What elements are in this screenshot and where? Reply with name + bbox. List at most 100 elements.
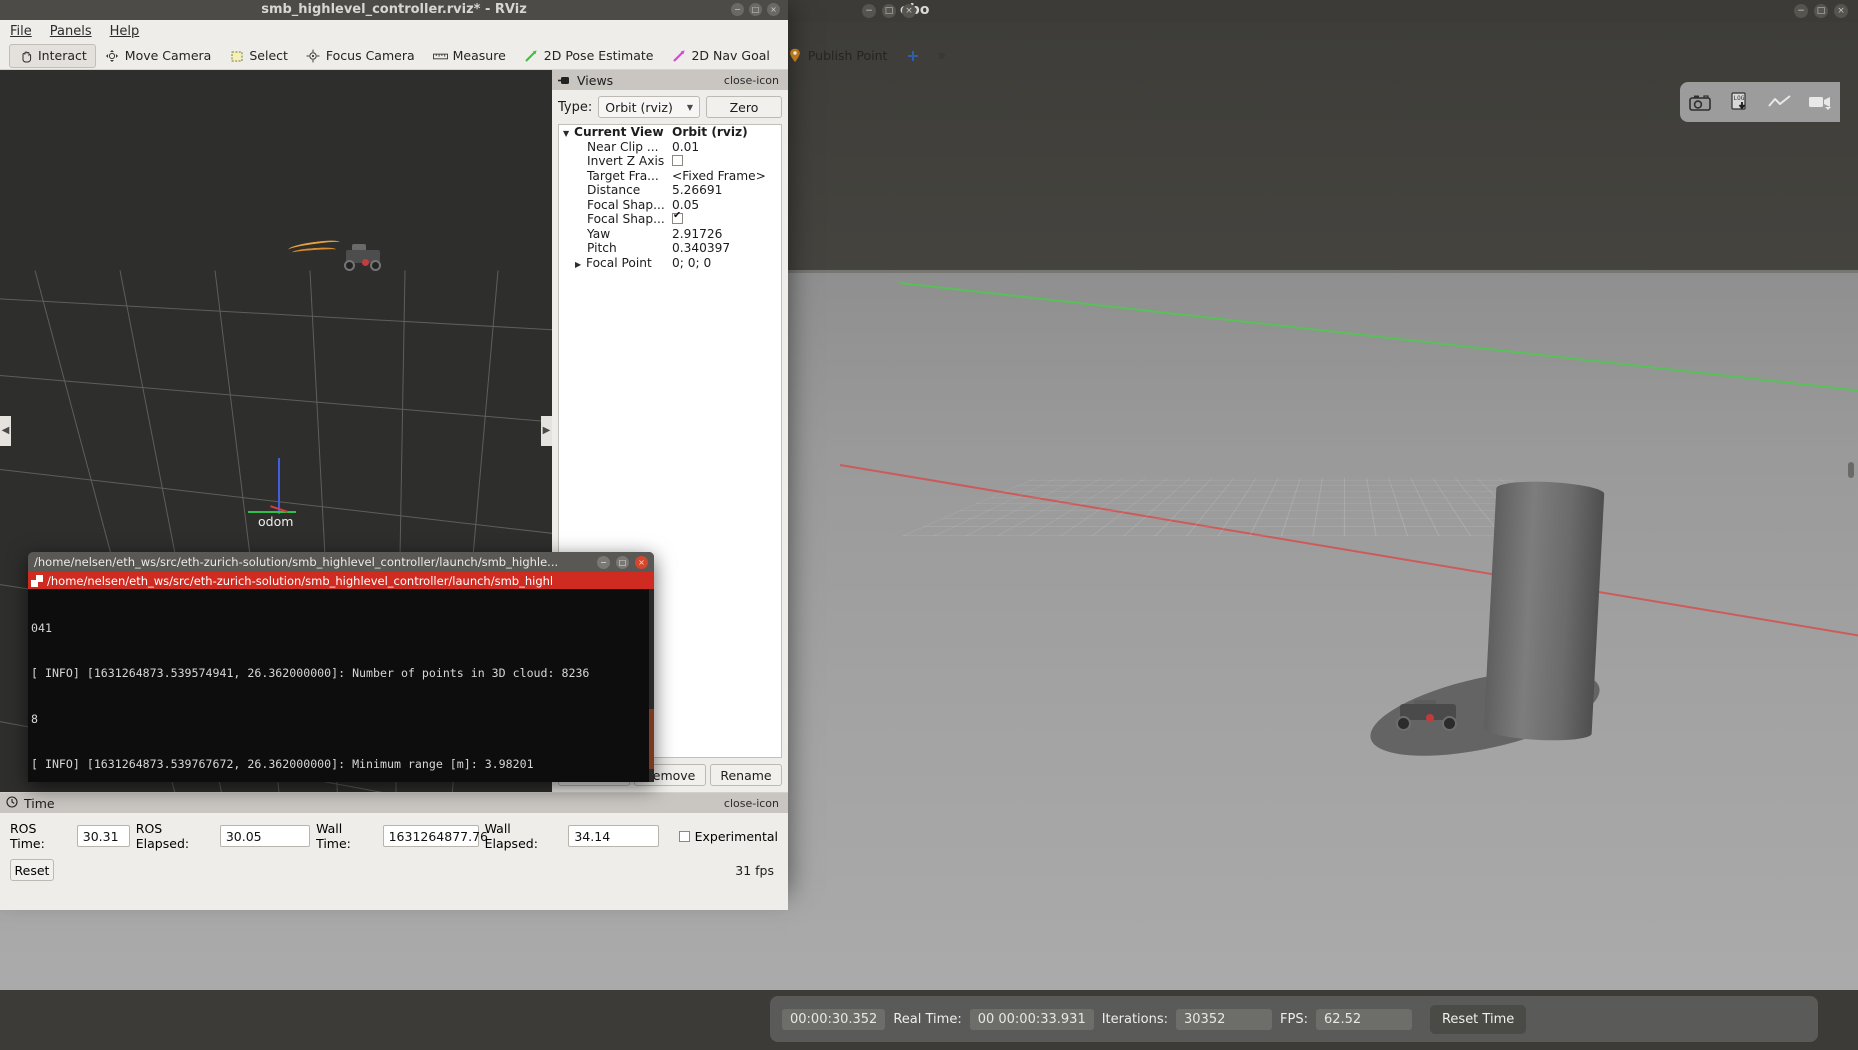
minimize-button[interactable]: − (862, 4, 876, 18)
tool-2d-nav-goal-label: 2D Nav Goal (691, 48, 770, 63)
video-record-icon[interactable] (1807, 90, 1833, 114)
plot-icon[interactable] (1767, 90, 1793, 114)
rename-button[interactable]: Rename (710, 764, 782, 786)
property-row-pitch[interactable]: Pitch 0.340397 (559, 241, 781, 256)
collapse-left-arrow[interactable]: ◀ (0, 416, 11, 446)
log-save-icon[interactable]: LOG (1727, 90, 1753, 114)
tool-add[interactable] (896, 44, 929, 68)
fps-label: FPS: (1280, 1011, 1308, 1027)
gazebo-capture-toolbar[interactable]: LOG (1680, 82, 1840, 122)
views-type-select[interactable]: Orbit (rviz) ▼ (598, 96, 700, 118)
tool-interact[interactable]: Interact (9, 43, 96, 68)
cylinder-obstacle[interactable] (1483, 479, 1605, 743)
toolbar-overflow-button[interactable]: » (929, 48, 954, 64)
close-icon[interactable]: close-icon (721, 797, 782, 810)
property-value[interactable]: <Fixed Frame> (672, 169, 781, 183)
tool-focus-camera[interactable]: Focus Camera (297, 44, 424, 68)
property-value[interactable]: 2.91726 (672, 227, 781, 241)
reset-time-button[interactable]: Reset Time (1429, 1004, 1527, 1034)
invert-z-axis-checkbox[interactable] (672, 155, 683, 167)
chevron-right-icon[interactable]: ▶ (575, 260, 586, 269)
rviz-robot-model[interactable] (342, 242, 384, 274)
smb-robot-model[interactable] (1392, 700, 1464, 734)
add-tool-icon (905, 48, 920, 63)
time-panel: Time close-icon ROS Time: 30.31 ROS Elap… (0, 792, 788, 910)
ros-time-input[interactable]: 30.31 (76, 825, 130, 847)
minimize-button[interactable]: − (731, 3, 744, 16)
close-button[interactable]: × (767, 3, 780, 16)
zero-button[interactable]: Zero (706, 96, 782, 118)
menu-file[interactable]: File (10, 24, 32, 39)
property-row-focal-shape-fixed-size[interactable]: Focal Shap... (559, 212, 781, 227)
experimental-toggle[interactable]: Experimental (678, 829, 778, 844)
property-value[interactable]: 0.01 (672, 140, 781, 154)
terminal-line: [ INFO] [1631264873.539574941, 26.362000… (31, 666, 590, 681)
terminal-scrollbar[interactable] (649, 589, 654, 782)
tool-2d-pose-estimate[interactable]: 2D Pose Estimate (515, 44, 663, 68)
minimize-button[interactable]: − (1794, 4, 1808, 18)
close-button[interactable]: × (902, 4, 916, 18)
robot-marker (1426, 714, 1434, 722)
property-row-target-frame[interactable]: Target Fra... <Fixed Frame> (559, 169, 781, 184)
gazebo-window-buttons[interactable]: − □ × (1794, 4, 1848, 18)
odom-axes: odom (240, 458, 330, 529)
property-value[interactable]: 5.26691 (672, 183, 781, 197)
menu-panels[interactable]: Panels (50, 24, 92, 39)
wall-elapsed-input[interactable]: 34.14 (568, 825, 659, 847)
property-key: ▶ Focal Point (559, 256, 672, 270)
tool-publish-point[interactable]: Publish Point (779, 44, 897, 68)
rviz-menubar[interactable]: File Panels Help (0, 20, 788, 42)
camera-icon[interactable] (1687, 90, 1713, 114)
viewport-scroll-indicator[interactable] (1848, 462, 1854, 478)
tool-2d-nav-goal[interactable]: 2D Nav Goal (662, 44, 778, 68)
iterations-label: Iterations: (1101, 1011, 1169, 1027)
property-key: Yaw (587, 226, 611, 241)
rviz-window-buttons[interactable]: − □ × (731, 3, 780, 16)
close-button[interactable]: × (635, 555, 648, 569)
terminal-title: /home/nelsen/eth_ws/src/eth-zurich-solut… (34, 555, 559, 569)
fps-status-label: 31 fps (735, 862, 774, 878)
robot-wheel (344, 260, 355, 271)
maximize-button[interactable]: □ (749, 3, 762, 16)
tool-measure-label: Measure (452, 48, 506, 63)
property-row-focal-shape-size[interactable]: Focal Shap... 0.05 (559, 198, 781, 213)
maximize-button[interactable]: □ (882, 4, 896, 18)
collapse-right-arrow[interactable]: ▶ (541, 416, 552, 446)
property-value[interactable] (672, 212, 781, 226)
property-value[interactable]: 0.340397 (672, 241, 781, 255)
tool-publish-point-label: Publish Point (807, 48, 888, 63)
wall-time-input[interactable]: 1631264877.76 (382, 825, 488, 847)
terminal-scrollbar-thumb[interactable] (649, 709, 654, 769)
tool-select[interactable]: Select (220, 44, 297, 68)
terminal-output[interactable]: 041 [ INFO] [1631264873.539574941, 26.36… (28, 589, 654, 782)
property-row-yaw[interactable]: Yaw 2.91726 (559, 227, 781, 242)
experimental-checkbox[interactable] (678, 830, 690, 842)
property-row-near-clip[interactable]: Near Clip ... 0.01 (559, 140, 781, 155)
terminal-window[interactable]: /home/nelsen/eth_ws/src/eth-zurich-solut… (28, 552, 654, 782)
tool-move-camera[interactable]: Move Camera (96, 44, 221, 68)
property-row-focal-point[interactable]: ▶ Focal Point 0; 0; 0 (559, 256, 781, 271)
property-value[interactable] (672, 154, 781, 168)
reset-button[interactable]: Reset (10, 859, 54, 881)
minimize-button[interactable]: − (597, 555, 610, 569)
close-icon[interactable]: close-icon (721, 74, 782, 87)
rviz-toolbar[interactable]: Interact Move Camera Select Focus Camera (0, 42, 946, 70)
gazebo-window-buttons-left[interactable]: − □ × (862, 4, 916, 18)
maximize-button[interactable]: □ (616, 555, 629, 569)
tool-measure[interactable]: Measure (424, 44, 515, 68)
maximize-button[interactable]: □ (1814, 4, 1828, 18)
axis-x (248, 511, 296, 513)
ros-elapsed-input[interactable]: 30.05 (219, 825, 311, 847)
property-row-invert-z-axis[interactable]: Invert Z Axis (559, 154, 781, 169)
property-row-distance[interactable]: Distance 5.26691 (559, 183, 781, 198)
terminal-tab[interactable]: /home/nelsen/eth_ws/src/eth-zurich-solut… (28, 572, 654, 589)
property-value[interactable]: 0.05 (672, 198, 781, 212)
time-panel-header: Time close-icon (0, 793, 788, 813)
chevron-down-icon[interactable]: ▼ (563, 129, 574, 138)
close-button[interactable]: × (1834, 4, 1848, 18)
property-row-current-view[interactable]: ▼ Current View Orbit (rviz) (559, 125, 781, 140)
terminal-titlebar: /home/nelsen/eth_ws/src/eth-zurich-solut… (28, 552, 654, 572)
focal-shape-fixed-size-checkbox[interactable] (672, 212, 683, 225)
property-value[interactable]: 0; 0; 0 (672, 256, 781, 270)
menu-help[interactable]: Help (110, 24, 140, 39)
